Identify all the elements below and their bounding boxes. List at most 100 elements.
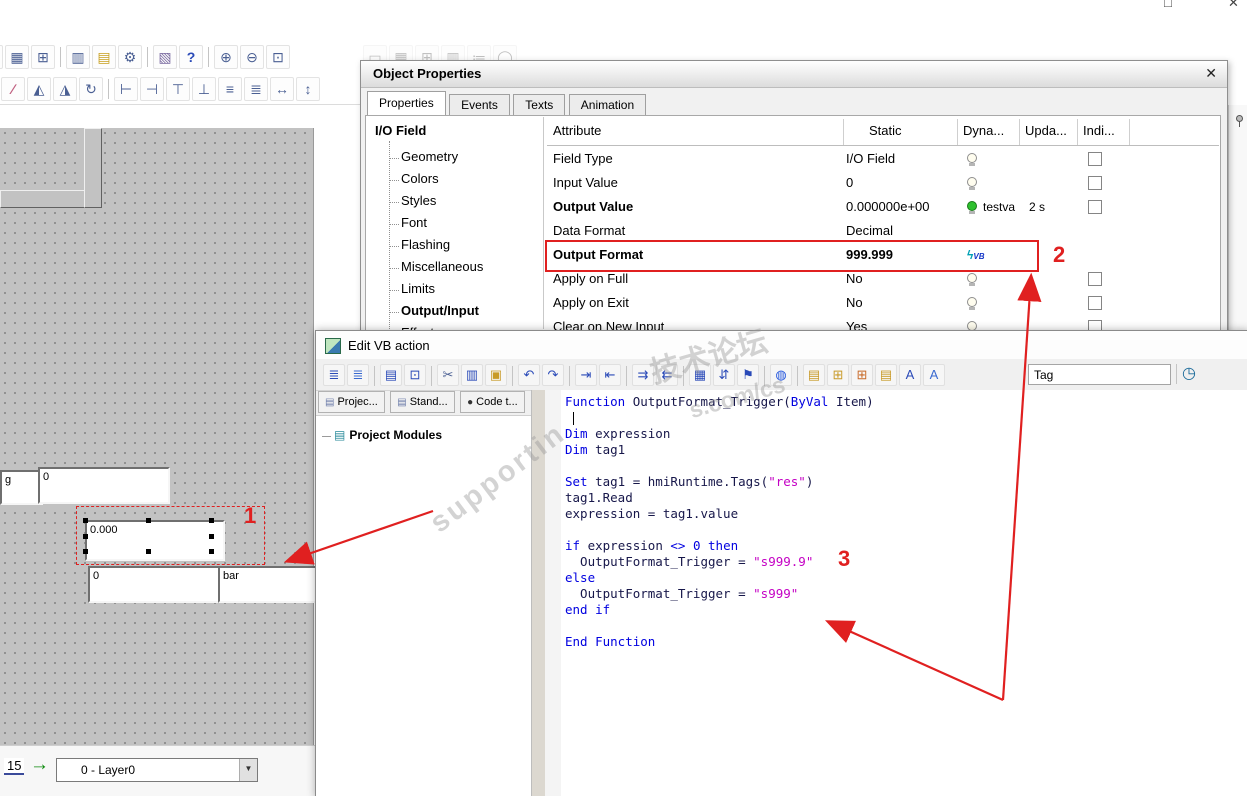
close-button[interactable]: ✕ [1228,0,1239,11]
tree-item-colors[interactable]: Colors [389,171,539,189]
io-field-bottom-left[interactable]: 0 [88,566,220,603]
property-row-output-value[interactable]: Output Value 0.000000e+00 testva 2 s [547,195,1217,219]
code-line[interactable]: tag1.Read [565,490,1247,506]
open-folder-icon[interactable]: ▤ [92,45,116,69]
selection-handle[interactable] [83,518,88,523]
update-cycle[interactable]: 2 s [1029,200,1045,214]
static-value[interactable]: 0 [846,175,853,190]
library-icon[interactable]: ▧ [153,45,177,69]
add-action-icon[interactable]: ⊞ [851,364,873,386]
canvas-object-bar[interactable] [0,190,88,208]
outdent-icon[interactable]: ⇤ [599,364,621,386]
selection-handle[interactable] [209,549,214,554]
zoom-out-icon[interactable]: ⊖ [240,45,264,69]
tag-input[interactable]: Tag [1028,364,1171,385]
check-syntax-icon[interactable]: ◍ [770,364,792,386]
go-arrow-icon[interactable]: → [30,754,49,776]
center-horizontal-icon[interactable]: ≡ [218,77,242,101]
tab-animation[interactable]: Animation [568,94,647,115]
dialog-close-button[interactable]: ✕ [1205,65,1217,82]
tree-node-project-modules[interactable]: ▤ Project Modules [321,428,442,442]
selection-handle[interactable] [209,518,214,523]
layer-selector[interactable]: 0 - Layer0 ▼ [56,758,258,782]
print-icon[interactable]: ▤ [380,364,402,386]
static-value[interactable]: 0.000000e+00 [846,199,930,214]
tab-properties[interactable]: Properties [367,91,446,115]
code-line[interactable]: end if [565,602,1247,618]
add-module-icon[interactable]: ⊞ [827,364,849,386]
align-bottom-icon[interactable]: ⊥ [192,77,216,101]
property-row-field-type[interactable]: Field Type I/O Field [547,147,1217,171]
property-row-apply-on-exit[interactable]: Apply on Exit No [547,291,1217,315]
align-top-icon[interactable]: ⊤ [166,77,190,101]
dropdown-arrow-icon[interactable]: ▼ [239,759,257,781]
dynamic-bulb-icon[interactable] [967,297,977,310]
vb-titlebar[interactable]: Edit VB action [316,331,1247,360]
code-line[interactable] [565,410,1247,426]
static-value[interactable]: No [846,295,863,310]
center-vertical-icon[interactable]: ≣ [244,77,268,101]
module-list-icon[interactable]: ≣ [323,364,345,386]
canvas-object-bar[interactable] [84,128,102,208]
code-line[interactable]: expression = tag1.value [565,506,1247,522]
tab-project-modules[interactable]: ▤ Projec... [318,391,385,413]
grid-icon[interactable]: ▦ [5,45,29,69]
goto-icon[interactable]: A [923,364,945,386]
modules-book-icon[interactable]: ▤ [803,364,825,386]
code-line[interactable]: OutputFormat_Trigger = "s999.9" [565,554,1247,570]
cut-icon[interactable]: ✂ [437,364,459,386]
vb-module-tree[interactable]: ▤ Project Modules [316,415,531,796]
dialog-titlebar[interactable]: Object Properties ✕ [361,61,1227,88]
print-icon[interactable]: ▤ [0,45,3,69]
font-icon[interactable]: A [899,364,921,386]
selection-handle[interactable] [83,549,88,554]
snap-grid-icon[interactable]: ⊞ [31,45,55,69]
distribute-horizontal-icon[interactable]: ↔ [270,77,294,101]
page-tab[interactable]: 15 [4,758,25,775]
dynamic-bulb-icon[interactable] [967,273,977,286]
selection-handle[interactable] [83,534,88,539]
flip-horizontal-icon[interactable]: ◮ [53,77,77,101]
tree-item-output-input[interactable]: Output/Input [389,303,539,321]
static-value[interactable]: No [846,271,863,286]
tree-item-geometry[interactable]: Geometry [389,149,539,167]
dynamic-tag-name[interactable]: testva [983,200,1015,214]
rotate-icon[interactable]: ↻ [79,77,103,101]
replace-icon[interactable]: ⇵ [713,364,735,386]
indirect-checkbox[interactable] [1088,152,1102,166]
vb-code[interactable]: Function OutputFormat_Trigger(ByVal Item… [561,390,1247,796]
code-line[interactable]: Set tag1 = hmiRuntime.Tags("res") [565,474,1247,490]
property-row-input-value[interactable]: Input Value 0 [547,171,1217,195]
tree-item-font[interactable]: Font [389,215,539,233]
find-icon[interactable]: ▦ [689,364,711,386]
indirect-checkbox[interactable] [1088,176,1102,190]
code-line[interactable]: End Function [565,634,1247,650]
columns-icon[interactable]: ▥ [66,45,90,69]
indirect-checkbox[interactable] [1088,296,1102,310]
zoom-region-icon[interactable]: ⊡ [266,45,290,69]
redo-icon[interactable]: ↷ [542,364,564,386]
selection-handle[interactable] [209,534,214,539]
selection-handle[interactable] [146,549,151,554]
tab-code-templates[interactable]: ● Code t... [460,391,525,413]
flip-vertical-icon[interactable]: ◭ [27,77,51,101]
code-line[interactable]: Dim tag1 [565,442,1247,458]
indirect-checkbox[interactable] [1088,200,1102,214]
code-line[interactable] [565,522,1247,538]
io-field-partial[interactable]: g [0,470,43,505]
tree-item-styles[interactable]: Styles [389,193,539,211]
indent-icon[interactable]: ⇥ [575,364,597,386]
comment-icon[interactable]: ⇉ [632,364,654,386]
io-field-selected[interactable]: 0.000 [85,520,225,561]
trigger-clock-icon[interactable]: ◷ [1182,363,1196,383]
code-line[interactable]: Dim expression [565,426,1247,442]
static-value[interactable]: I/O Field [846,151,895,166]
action-list-icon[interactable]: ≣ [347,364,369,386]
tab-standard-modules[interactable]: ▤ Stand... [390,391,455,413]
io-field-top[interactable]: 0 [38,467,170,504]
align-right-icon[interactable]: ⊣ [140,77,164,101]
code-line[interactable]: else [565,570,1247,586]
dynamic-bulb-icon[interactable] [967,177,977,190]
static-value[interactable]: Decimal [846,223,893,238]
dynamic-bulb-icon[interactable] [967,153,977,166]
